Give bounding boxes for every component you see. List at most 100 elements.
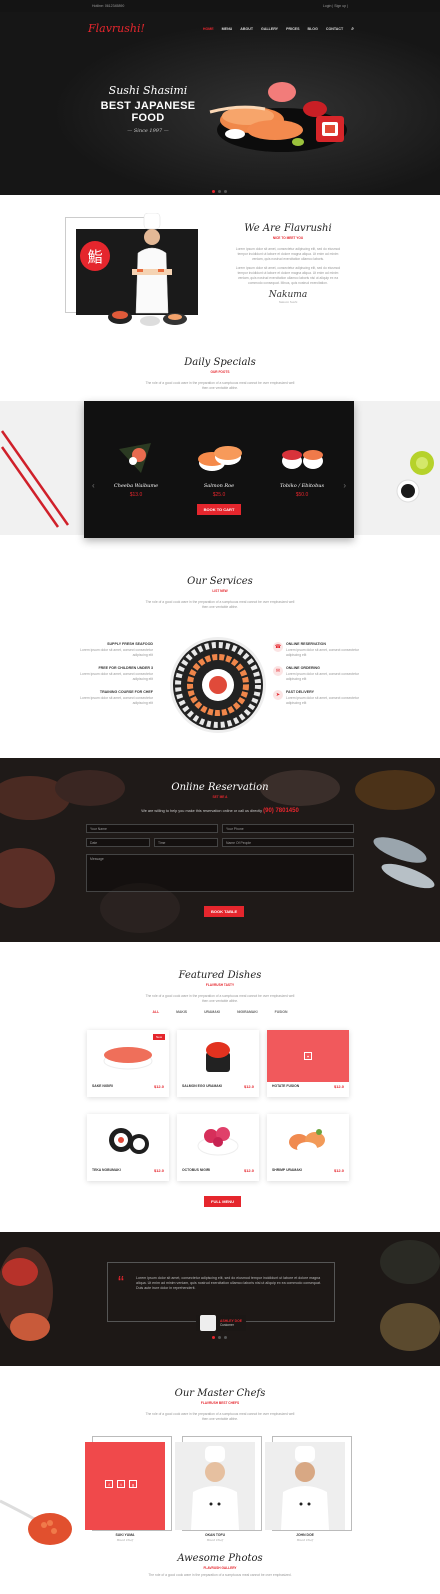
name-field[interactable]: Your Name [86, 824, 218, 833]
special-dish-card[interactable]: Cheeba Waibume $13.0 [101, 439, 171, 498]
time-field[interactable]: Time [154, 838, 218, 847]
book-to-cart-button[interactable]: BOOK TO CART [196, 504, 242, 515]
dish-name: Cheeba Waibume [113, 483, 159, 489]
link-icon[interactable]: ⚭ [304, 1052, 312, 1060]
chef-card[interactable]: f t g [85, 1442, 165, 1530]
dish-name: Salmon Roe [203, 483, 235, 489]
avatar [200, 1315, 216, 1331]
new-badge: New [152, 1034, 165, 1040]
reservation-call-text: We are willing to help you make this res… [0, 808, 440, 814]
dishes-decoration [108, 310, 187, 326]
dish-image [282, 450, 323, 469]
chef-caption: OKAN TOFU Head Chef [180, 1533, 250, 1542]
featured-paragraph: The role of a good cook ware in the prep… [145, 994, 295, 1003]
dish-card-image [267, 1114, 349, 1166]
tab-fusion[interactable]: FUSION [275, 1010, 288, 1014]
dish-card[interactable]: SHRIMP URAMAKI $12.0 [267, 1114, 349, 1181]
nav-item-prices[interactable]: PRICES [286, 27, 299, 31]
photos-paragraph: The role of a good cook ware in the prep… [148, 1573, 292, 1577]
sauce-bowls-image [396, 451, 434, 503]
book-table-button[interactable]: BOOK TABLE [204, 906, 245, 917]
tab-uramaki[interactable]: URAMAKI [204, 1010, 220, 1014]
fish-image [373, 837, 435, 889]
slider-dot[interactable] [218, 1336, 221, 1339]
nav-menu: HOME MENU ABOUT GALLERY PRICES BLOG CONT… [203, 26, 354, 32]
twitter-icon[interactable]: t [117, 1480, 125, 1488]
chef-role: Head Chef [206, 1538, 224, 1542]
featured-tabs: ALL MAKIS URAMAKI NIGIRAMAKI FUSION [0, 1010, 440, 1014]
dish-card[interactable]: New SAKE NIGIRI $12.0 [87, 1030, 169, 1097]
search-icon[interactable]: ⌕ [351, 26, 354, 32]
dish-card-name: HOTATE FUSION [272, 1084, 300, 1088]
dish-graphic [289, 1129, 325, 1154]
delivery-icon: ➤ [273, 690, 283, 700]
service-item: TRAINING COURSE FOR CHEF Lorem ipsum dol… [73, 690, 153, 705]
testimonial-section: “ Lorem ipsum dolor sit amet, consectetu… [0, 1232, 440, 1366]
site-logo[interactable]: Flavrushi! [88, 22, 145, 35]
message-field[interactable]: Message [86, 854, 354, 892]
special-dish-card[interactable]: Tobiko / Ebitobus $50.0 [267, 439, 337, 498]
slider-next-arrow[interactable]: › [343, 481, 346, 490]
reservation-icon: ☎ [273, 642, 283, 652]
slider-dot[interactable] [212, 190, 215, 193]
dish-graphic [197, 1127, 239, 1156]
slider-dot[interactable] [212, 1336, 215, 1339]
special-dish-card[interactable]: Salmon Roe $25.0 BOOK TO CART [184, 439, 254, 515]
dish-graphic [109, 1128, 149, 1154]
signature: Nakuma [268, 290, 308, 300]
chef-social: f t g [105, 1480, 137, 1488]
tab-nigiramaki[interactable]: NIGIRAMAKI [237, 1010, 258, 1014]
featured-header: Featured Dishes FLAVRUSH TASTY The role … [0, 942, 440, 1004]
google-icon[interactable]: g [129, 1480, 137, 1488]
chef-card[interactable] [175, 1442, 255, 1530]
testimonial-box: “ Lorem ipsum dolor sit amet, consectetu… [107, 1262, 335, 1331]
top-bar: Hotline: 0612345890 Login | Sign up | [0, 0, 440, 12]
about-section: 鮨 We Are Flavrushi NICE TO MEET YOU Lore… [0, 195, 440, 349]
photos-header: Awesome Photos FLAVRUSH GALLERY The role… [0, 1551, 440, 1578]
chefs-header: Our Master Chefs FLAVRUSH BEST CHEFS The… [0, 1366, 440, 1422]
nav-item-blog[interactable]: BLOG [307, 27, 317, 31]
service-title: TRAINING COURSE FOR CHEF [99, 690, 153, 694]
reservation-phone[interactable]: (90) 7801450 [263, 808, 299, 814]
photos-title: Awesome Photos [177, 1553, 263, 1564]
signer-name: Nakumi Sushi [278, 300, 298, 304]
dish-card-name: OCTOBUS NIGIRI [182, 1168, 211, 1172]
reservation-section: Online Reservation SET ME A We are willi… [0, 758, 440, 942]
facebook-icon[interactable]: f [105, 1480, 113, 1488]
featured-subtitle: FLAVRUSH TASTY [205, 983, 235, 987]
chef-role: Head Chef [296, 1538, 314, 1542]
service-title: ONLINE ORDERING [286, 666, 320, 670]
phone-field[interactable]: Your Phone [222, 824, 354, 833]
slider-dot[interactable] [224, 1336, 227, 1339]
nav-item-contact[interactable]: CONTACT [326, 27, 343, 31]
platter-graphic [175, 642, 261, 728]
hotline-text: Hotline: 0612345890 [92, 4, 125, 8]
dish-card[interactable]: ⚭ HOTATE FUSION $12.0 [267, 1030, 349, 1097]
service-title: ONLINE RESERVATION [286, 642, 326, 646]
chef-caption: SUKI YUMA Head Chef [90, 1533, 160, 1542]
dish-card-price: $12.0 [333, 1084, 344, 1089]
service-item: ONLINE ORDERING Lorem ipsum dolor sit am… [286, 666, 366, 681]
full-menu-button[interactable]: FULL MENU [204, 1196, 242, 1207]
chefs-section: Our Master Chefs FLAVRUSH BEST CHEFS The… [0, 1366, 440, 1551]
dish-card[interactable]: TEKA NOBUMAKI $12.0 [87, 1114, 169, 1181]
dish-card[interactable]: OCTOBUS NIGIRI $12.0 [177, 1114, 259, 1181]
nav-item-menu[interactable]: MENU [222, 27, 233, 31]
account-links[interactable]: Login | Sign up | [323, 4, 348, 8]
slider-dot[interactable] [224, 190, 227, 193]
chef-card[interactable] [265, 1442, 345, 1530]
people-field[interactable]: Name Of People [222, 838, 354, 847]
slider-dot[interactable] [218, 190, 221, 193]
chef-name: SUKI YUMA [115, 1533, 135, 1537]
nav-item-home[interactable]: HOME [203, 27, 214, 31]
tab-makis[interactable]: MAKIS [176, 1010, 187, 1014]
dish-card-name: SHRIMP URAMAKI [272, 1168, 303, 1172]
nav-item-about[interactable]: ABOUT [240, 27, 253, 31]
date-field[interactable]: Date [86, 838, 150, 847]
dish-card[interactable]: SALMON EGG URAMAKI $12.0 [177, 1030, 259, 1097]
dish-image [198, 446, 242, 471]
slider-prev-arrow[interactable]: ‹ [92, 481, 95, 490]
tab-all[interactable]: ALL [153, 1010, 160, 1014]
dish-card-name: TEKA NOBUMAKI [92, 1168, 121, 1172]
nav-item-gallery[interactable]: GALLERY [261, 27, 278, 31]
